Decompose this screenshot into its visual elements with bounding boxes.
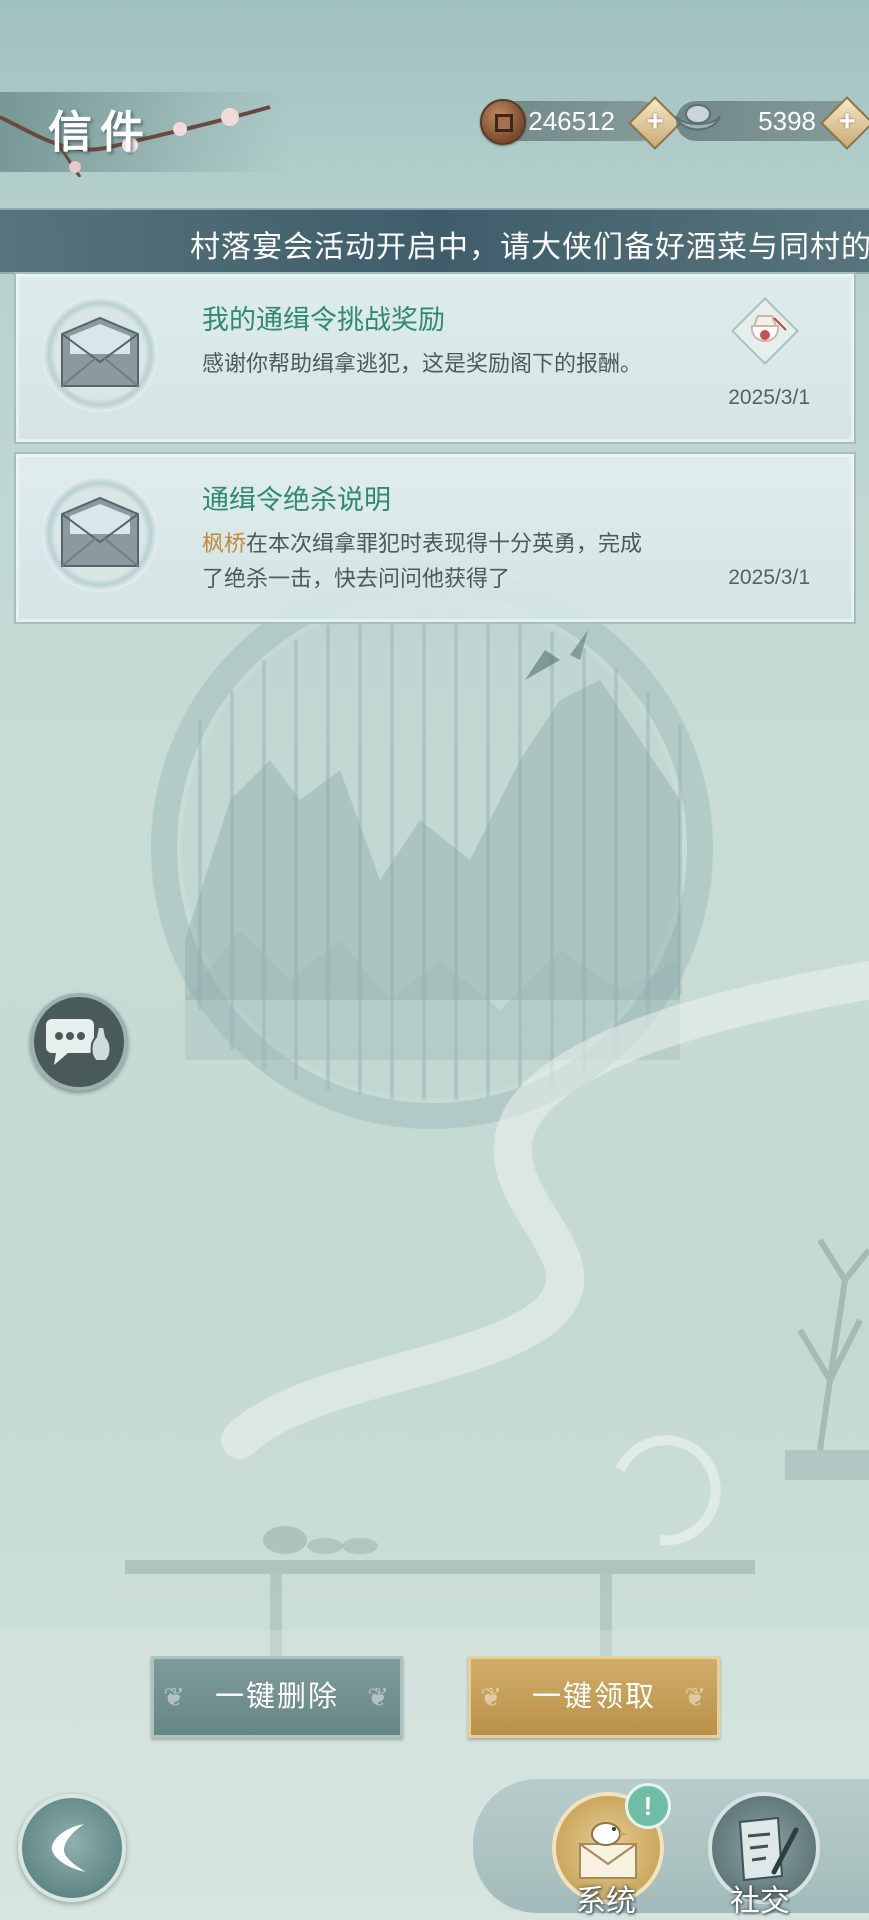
mail-item[interactable]: 我的通缉令挑战奖励 感谢你帮助缉拿逃犯，这是奖励阁下的报酬。 2025/3/1 <box>14 272 856 444</box>
back-button[interactable] <box>18 1794 126 1902</box>
mail-title: 通缉令绝杀说明 <box>202 485 391 515</box>
player-name: 枫桥 <box>202 531 247 556</box>
envelope-icon <box>61 496 139 567</box>
claim-all-label: 一键领取 <box>531 1681 656 1713</box>
back-arrow-icon <box>51 1824 86 1872</box>
announcement-marquee: 村落宴会活动开启中，请大侠们备好酒菜与同村的 <box>0 208 869 274</box>
ornament-icon: ❦ <box>163 1682 187 1712</box>
envelope-icon <box>61 316 139 387</box>
envelope-icon-frame <box>42 476 158 592</box>
mail-date: 2025/3/1 <box>728 566 810 589</box>
chat-bubble-icon <box>46 1019 112 1065</box>
tab-social-label: 社交 <box>730 1884 790 1919</box>
plus-icon: + <box>646 105 664 138</box>
mail-title: 我的通缉令挑战奖励 <box>202 305 445 335</box>
delete-all-label: 一键删除 <box>214 1681 339 1713</box>
mail-body: 枫桥在本次缉拿罪犯时表现得十分英勇，完成了绝杀一击，快去问问他获得了 <box>202 526 662 596</box>
mail-item[interactable]: 通缉令绝杀说明 枫桥在本次缉拿罪犯时表现得十分英勇，完成了绝杀一击，快去问问他获… <box>14 452 856 624</box>
plus-icon: + <box>838 105 856 138</box>
tab-system-label: 系统 <box>576 1884 636 1919</box>
ornament-icon: ❦ <box>480 1682 504 1712</box>
envelope-icon-frame <box>42 296 158 412</box>
claim-all-button[interactable]: ❦ 一键领取 ❦ <box>468 1656 720 1738</box>
ornament-icon: ❦ <box>367 1682 391 1712</box>
copper-coin-icon <box>480 99 526 145</box>
silver-amount: 5398 <box>758 106 816 136</box>
announcement-text: 村落宴会活动开启中，请大侠们备好酒菜与同村的 <box>190 231 869 264</box>
silver-ingot-icon <box>675 104 721 131</box>
reward-pouch-icon[interactable] <box>730 296 800 366</box>
notification-badge: ! <box>625 1783 671 1829</box>
copper-amount: 246512 <box>528 106 615 136</box>
page-title: 信件 <box>48 107 152 158</box>
ornament-icon: ❦ <box>684 1682 708 1712</box>
mail-body-text: 在本次缉拿罪犯时表现得十分英勇，完成了绝杀一击，快去问问他获得了 <box>202 531 643 591</box>
chat-float-button[interactable] <box>30 993 128 1091</box>
mail-date: 2025/3/1 <box>728 386 810 409</box>
mail-body: 感谢你帮助缉拿逃犯，这是奖励阁下的报酬。 <box>202 351 643 376</box>
delete-all-button[interactable]: ❦ 一键删除 ❦ <box>151 1656 403 1738</box>
